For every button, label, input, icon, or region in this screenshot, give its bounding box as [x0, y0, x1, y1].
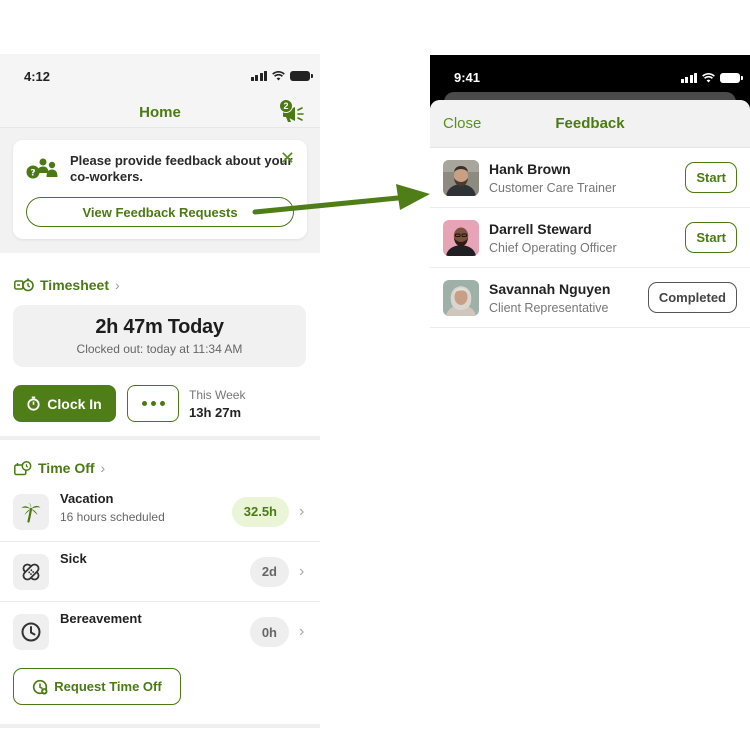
- person-role: Chief Operating Officer: [489, 240, 617, 255]
- today-time-card: 2h 47m Today Clocked out: today at 11:34…: [13, 305, 306, 367]
- cellular-signal-icon: [680, 72, 697, 83]
- sheet-nav-bar: Close Feedback: [430, 100, 750, 148]
- time-off-title: Time Off: [38, 460, 95, 476]
- wifi-icon: [702, 72, 715, 82]
- stopwatch-icon: [27, 396, 40, 411]
- status-bar: 4:12: [0, 54, 320, 98]
- request-time-off-label: Request Time Off: [54, 679, 162, 694]
- time-off-icon: [14, 460, 32, 475]
- feedback-screen: 9:41 Close Feedback Hank Brown Customer …: [430, 55, 750, 355]
- feedback-row: Savannah Nguyen Client Representative Co…: [430, 268, 750, 328]
- time-off-item-sick[interactable]: Sick 2d ›: [0, 542, 320, 602]
- timesheet-icon: [14, 278, 34, 292]
- chevron-right-icon: ›: [100, 460, 106, 476]
- clock-in-label: Clock In: [47, 395, 102, 412]
- clock-in-button[interactable]: Clock In: [13, 385, 116, 422]
- dismiss-feedback-button[interactable]: ✕: [280, 149, 295, 167]
- time-off-item-bereavement[interactable]: Bereavement 0h ›: [0, 602, 320, 662]
- person-name: Hank Brown: [489, 160, 571, 177]
- time-off-balance: 2d: [249, 556, 289, 587]
- chevron-right-icon: ›: [299, 562, 305, 580]
- time-off-item-vacation[interactable]: Vacation 16 hours scheduled 32.5h ›: [0, 482, 320, 542]
- today-total: 2h 47m Today: [95, 316, 224, 338]
- timesheet-title: Timesheet: [40, 277, 109, 293]
- feedback-sheet: Close Feedback Hank Brown Customer Care …: [430, 100, 750, 355]
- time-off-list: Vacation 16 hours scheduled 32.5h › Sick…: [0, 482, 320, 662]
- avatar: [443, 159, 479, 196]
- clocked-out-status: Clocked out: today at 11:34 AM: [76, 342, 243, 356]
- arrow-connector: [252, 184, 430, 215]
- status-icons: [680, 72, 743, 83]
- time-off-name: Vacation: [60, 491, 114, 506]
- notification-badge: 2: [279, 99, 293, 113]
- person-role: Client Representative: [489, 300, 609, 315]
- this-week-label: This Week: [189, 387, 246, 402]
- feedback-row: Darrell Steward Chief Operating Officer …: [430, 208, 750, 268]
- battery-icon: [290, 71, 313, 81]
- start-feedback-button[interactable]: Start: [685, 162, 737, 193]
- wifi-icon: [272, 71, 285, 81]
- status-time: 9:41: [454, 70, 481, 85]
- timesheet-header[interactable]: Timesheet ›: [0, 277, 320, 293]
- avatar: [443, 279, 479, 316]
- time-off-scheduled: 16 hours scheduled: [60, 510, 165, 524]
- time-off-balance: 0h: [249, 617, 289, 647]
- start-feedback-button[interactable]: Start: [685, 222, 737, 253]
- avatar: [443, 219, 479, 256]
- clock-actions: Clock In This Week 13h 27m: [0, 385, 320, 422]
- notifications-button[interactable]: 2: [278, 99, 306, 125]
- clock-icon: [13, 614, 49, 650]
- home-screen: 4:12 Home 2 ? Please provide feedback ab…: [0, 54, 320, 747]
- chevron-right-icon: ›: [299, 623, 305, 640]
- time-off-name: Sick: [60, 551, 87, 566]
- completed-feedback-button[interactable]: Completed: [647, 282, 737, 313]
- chevron-right-icon: ›: [115, 277, 120, 293]
- more-options-button[interactable]: [127, 385, 179, 422]
- this-week-summary: This Week 13h 27m: [189, 388, 245, 420]
- chevron-right-icon: ›: [299, 502, 305, 520]
- person-role: Customer Care Trainer: [489, 180, 617, 195]
- close-button[interactable]: Close: [443, 115, 481, 132]
- this-week-value: 13h 27m: [189, 404, 242, 420]
- coworkers-feedback-icon: ?: [26, 158, 58, 179]
- person-name: Darrell Steward: [489, 220, 592, 237]
- request-time-off-icon: [33, 679, 48, 694]
- nav-bar: Home 2: [0, 98, 320, 128]
- bandage-icon: [13, 553, 49, 590]
- cellular-signal-icon: [250, 71, 267, 81]
- feedback-row: Hank Brown Customer Care Trainer Start: [430, 148, 750, 208]
- time-off-header[interactable]: Time Off ›: [0, 460, 320, 476]
- time-off-balance: 32.5h: [231, 496, 289, 527]
- page-title: Home: [139, 104, 181, 121]
- battery-icon: [720, 72, 743, 83]
- person-name: Savannah Nguyen: [489, 280, 611, 297]
- status-icons: [250, 71, 313, 81]
- palm-tree-icon: [13, 493, 49, 530]
- next-section-peek: [0, 724, 320, 747]
- svg-text:?: ?: [30, 169, 35, 179]
- time-off-name: Bereavement: [60, 611, 142, 626]
- request-time-off-button[interactable]: Request Time Off: [13, 668, 181, 705]
- status-time: 4:12: [24, 68, 51, 84]
